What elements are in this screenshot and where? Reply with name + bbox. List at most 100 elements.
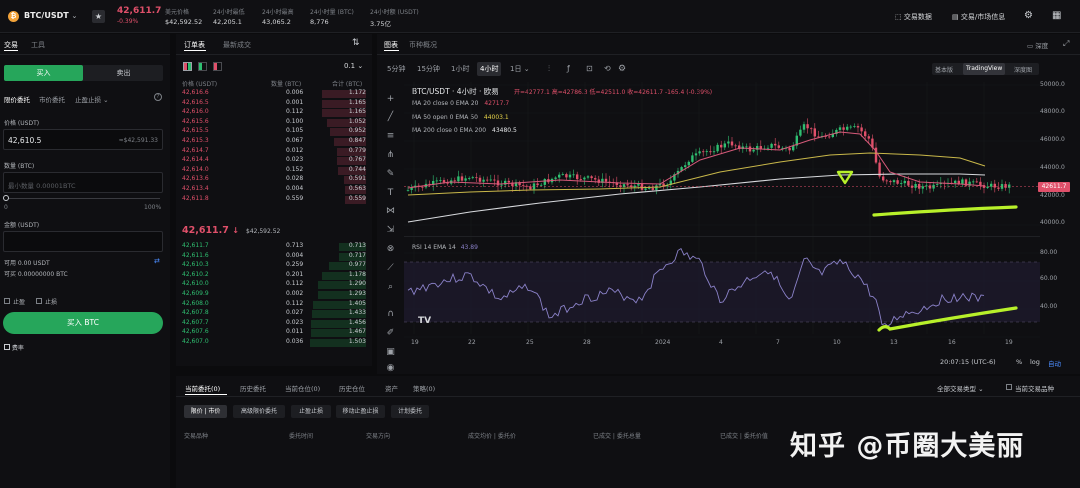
pattern-icon[interactable]: ⋈	[384, 205, 397, 218]
time-label[interactable]: 20:07:15 (UTC-6)	[940, 358, 996, 366]
view-bids-icon[interactable]	[198, 62, 207, 71]
ask-row[interactable]: 42,615.6 0.100 1.052	[182, 118, 366, 128]
order-type-market[interactable]: 市价委托	[39, 94, 65, 104]
compare-icon[interactable]: ⊡	[586, 64, 593, 73]
bid-row[interactable]: 42,611.7 0.713 0.713	[182, 242, 366, 252]
trade-data-link[interactable]: ⬚ 交易数据	[895, 12, 932, 22]
view-both-icon[interactable]	[183, 62, 192, 71]
bid-row[interactable]: 42,607.8 0.027 1.433	[182, 309, 366, 319]
amount-slider[interactable]	[5, 198, 160, 199]
qty-input[interactable]: 最小数量 0.00001BTC	[3, 172, 163, 193]
log-toggle[interactable]: log	[1030, 358, 1040, 366]
eye-icon[interactable]: ◉	[384, 362, 397, 375]
tf-4h[interactable]: 4小时	[477, 62, 502, 76]
tab-order-history[interactable]: 历史委托	[240, 383, 266, 393]
price-chart[interactable]: TV	[404, 78, 1080, 374]
subtab-limit-market[interactable]: 限价 | 市价	[184, 405, 227, 418]
market-info-link[interactable]: ▤ 交易/市场信息	[952, 12, 1005, 22]
tab-recent-trades[interactable]: 最新成交	[223, 40, 251, 50]
ask-row[interactable]: 42,615.5 0.105 0.952	[182, 127, 366, 137]
subtab-advanced-limit[interactable]: 高级限价委托	[233, 405, 285, 418]
amount-input[interactable]	[3, 231, 163, 252]
ask-row[interactable]: 42,616.6 0.006 1.172	[182, 89, 366, 99]
tab-orderbook[interactable]: 订单表	[184, 40, 205, 50]
bid-row[interactable]: 42,610.2 0.201 1.178	[182, 271, 366, 281]
ask-row[interactable]: 42,614.7 0.012 0.779	[182, 147, 366, 157]
text-icon[interactable]: T	[384, 187, 397, 200]
tab-positions[interactable]: 当前仓位(0)	[285, 383, 320, 393]
bid-row[interactable]: 42,611.6 0.004 0.717	[182, 252, 366, 262]
price-input[interactable]: 42,610.5 ≈$42,591.33	[3, 129, 163, 150]
depth-toggle[interactable]: ▭ 深度	[1027, 40, 1048, 50]
fullscreen-icon[interactable]: ⤢	[1063, 39, 1069, 49]
order-type-limit[interactable]: 限价委托	[4, 94, 30, 104]
percent-toggle[interactable]: %	[1016, 358, 1022, 366]
ask-row[interactable]: 42,616.0 0.112 1.165	[182, 108, 366, 118]
tab-coin-overview[interactable]: 币种概况	[409, 40, 437, 50]
tab-trade[interactable]: 交易	[4, 40, 18, 50]
range-icon[interactable]: ⇲	[384, 224, 397, 237]
candle-type-icon[interactable]: ⫶	[548, 64, 550, 74]
subtab-tpsl[interactable]: 止盈止损	[291, 405, 331, 418]
order-type-tpsl[interactable]: 止盈止损 ⌄	[75, 94, 109, 104]
bid-row[interactable]: 42,609.9 0.002 1.293	[182, 290, 366, 300]
tab-tools[interactable]: 工具	[31, 40, 45, 50]
trendline-icon[interactable]: ╱	[384, 111, 397, 124]
info-icon[interactable]: ?	[154, 93, 162, 101]
tab-chart[interactable]: 图表	[384, 40, 398, 50]
crosshair-icon[interactable]: +	[384, 93, 397, 106]
zoom-icon[interactable]: ⌕	[384, 281, 397, 294]
tf-5m[interactable]: 5分钟	[387, 64, 405, 74]
ask-row[interactable]: 42,614.4 0.023 0.767	[182, 156, 366, 166]
eraser-icon[interactable]: ⊗	[384, 243, 397, 256]
ask-row[interactable]: 42,616.5 0.001 1.165	[182, 99, 366, 109]
brush-icon[interactable]: ✎	[384, 168, 397, 181]
favorite-star-icon[interactable]: ★	[92, 10, 105, 23]
ask-row[interactable]: 42,613.4 0.004 0.563	[182, 185, 366, 195]
tf-1d[interactable]: 1日 ⌄	[510, 64, 530, 74]
tab-strategies[interactable]: 策略(0)	[413, 383, 435, 393]
sl-checkbox[interactable]	[36, 298, 42, 304]
magnet-icon[interactable]: ∩	[384, 308, 397, 321]
pitchfork-icon[interactable]: ⋔	[384, 149, 397, 162]
settings-icon[interactable]: ⚙	[1024, 10, 1033, 21]
view-asks-icon[interactable]	[213, 62, 222, 71]
lock-icon[interactable]: ▣	[384, 346, 397, 359]
layout-icon[interactable]: ▦	[1052, 10, 1061, 21]
bid-row[interactable]: 42,607.0 0.036 1.503	[182, 338, 366, 348]
view-depth[interactable]: 深度图	[1014, 65, 1032, 74]
chart-settings-icon[interactable]: ⚙	[618, 64, 626, 74]
subtab-plan[interactable]: 计划委托	[391, 405, 429, 418]
bid-row[interactable]: 42,610.0 0.112 1.290	[182, 280, 366, 290]
fee-link[interactable]: 费率	[4, 343, 24, 352]
current-symbol-checkbox[interactable]	[1006, 384, 1012, 390]
ask-row[interactable]: 42,613.6 0.028 0.591	[182, 175, 366, 185]
precision-select[interactable]: 0.1 ⌄	[344, 62, 363, 70]
tab-position-history[interactable]: 历史仓位	[339, 383, 365, 393]
ruler-icon[interactable]: ⟋	[384, 262, 397, 275]
replay-icon[interactable]: ⟲	[604, 64, 611, 73]
tf-15m[interactable]: 15分钟	[417, 64, 440, 74]
pair-selector[interactable]: BTC/USDT ⌄	[24, 11, 77, 20]
bid-row[interactable]: 42,608.0 0.112 1.405	[182, 300, 366, 310]
view-basic[interactable]: 基本版	[935, 65, 953, 74]
auto-toggle[interactable]: 自动	[1048, 358, 1061, 368]
sell-tab[interactable]: 卖出	[84, 65, 163, 81]
indicator-icon[interactable]: ƒ	[567, 64, 570, 73]
bid-row[interactable]: 42,607.7 0.023 1.456	[182, 319, 366, 329]
bid-row[interactable]: 42,607.6 0.011 1.467	[182, 328, 366, 338]
slider-handle[interactable]	[3, 195, 9, 201]
ask-row[interactable]: 42,614.0 0.152 0.744	[182, 166, 366, 176]
tab-open-orders[interactable]: 当前委托(0)	[185, 383, 220, 393]
pencil-lock-icon[interactable]: ✐	[384, 327, 397, 340]
bid-row[interactable]: 42,610.3 0.259 0.977	[182, 261, 366, 271]
subtab-trailing[interactable]: 移动止盈止损	[336, 405, 385, 418]
buy-tab[interactable]: 买入	[4, 65, 83, 81]
transfer-icon[interactable]: ⇄	[154, 257, 160, 265]
trade-type-filter[interactable]: 全部交易类型 ⌄	[937, 383, 984, 393]
tp-checkbox[interactable]	[4, 298, 10, 304]
ask-row[interactable]: 42,611.8 0.559 0.559	[182, 195, 366, 205]
tf-1h[interactable]: 1小时	[451, 64, 469, 74]
swap-icon[interactable]: ⇅	[352, 38, 360, 48]
view-tradingview[interactable]: TradingView	[963, 63, 1006, 75]
